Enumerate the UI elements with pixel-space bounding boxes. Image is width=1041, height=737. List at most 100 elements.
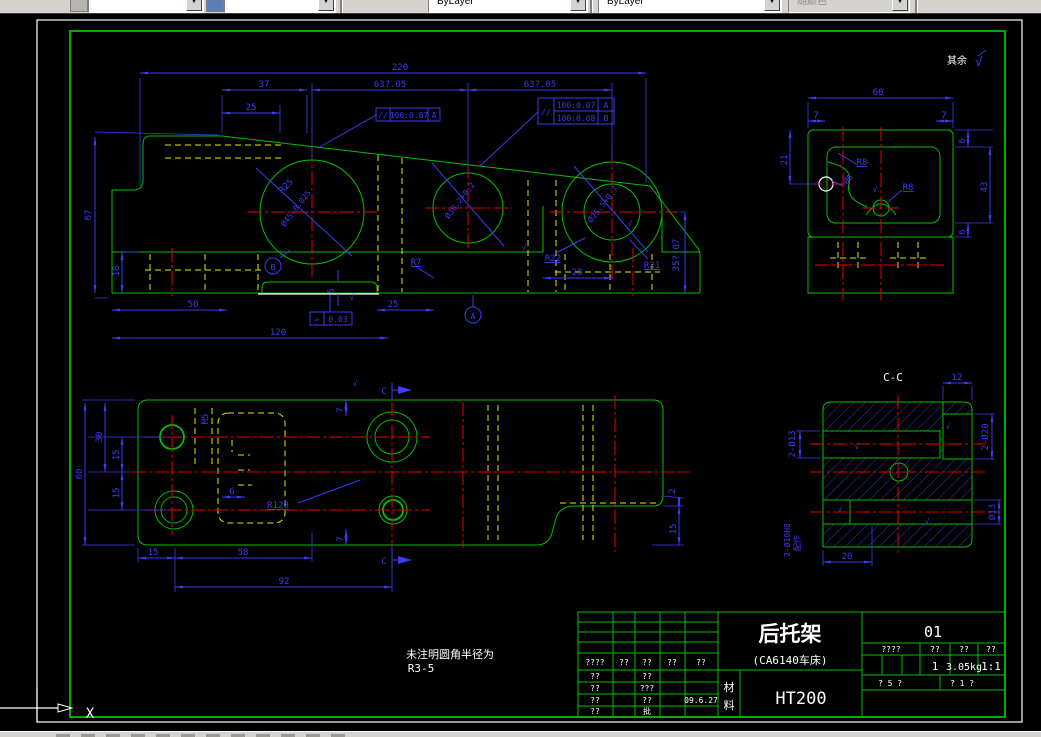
tb-cell: ????	[585, 658, 604, 667]
bore-label: Ø25.5+0.7	[585, 184, 620, 224]
properties-toolbar: ▼ ▼ ByLayer ▼ ByLayer ▼ 随颜色 ▼	[0, 0, 1041, 14]
sheet-border	[36, 19, 1023, 723]
dim-label: 35?.07	[672, 239, 682, 272]
dim-label: 15	[669, 524, 679, 535]
tb-cell: ??	[667, 658, 677, 667]
drawing-number: 01	[924, 623, 942, 641]
fillet-note-value: R3-5	[408, 662, 435, 675]
svg-text:100:0.07: 100:0.07	[557, 101, 596, 110]
dim-label: 15	[112, 488, 122, 499]
linetype-combo[interactable]: ByLayer ▼	[428, 0, 588, 13]
dim-label: 15	[148, 548, 159, 558]
dim-label: 6	[229, 487, 234, 497]
dim-label: 6	[958, 138, 968, 143]
svg-text:A: A	[432, 111, 437, 120]
svg-text:100:0.08: 100:0.08	[557, 114, 596, 123]
dim-label: 2	[668, 488, 678, 493]
plan-view[interactable]: C C 60 30 15 15 M5 15 58 92 R120 6 7 7 2…	[75, 379, 690, 592]
dim-label: 12	[952, 373, 963, 383]
front-view[interactable]: 220 37 25 63?.05 63?.05 67 18 50 120 25 …	[84, 63, 701, 340]
dim-label: 25	[388, 300, 399, 310]
dim-label: R8	[857, 158, 868, 168]
dim-label: R7	[411, 258, 422, 268]
dim-label: 63?.05	[374, 80, 407, 90]
color-combo[interactable]: ▼	[224, 0, 336, 13]
dim-label: 21	[780, 155, 790, 166]
dim-label: 25	[246, 103, 257, 113]
dim-label: 220	[392, 63, 408, 73]
dim-label: R120	[267, 501, 289, 511]
chevron-down-icon[interactable]: ▼	[186, 0, 202, 11]
dim-label: 7	[813, 111, 818, 121]
tb-cell: ??	[590, 672, 600, 681]
surface-finish-icon: √	[628, 219, 633, 228]
dim-label: 43	[980, 182, 990, 193]
dim-label: 7	[336, 407, 346, 412]
dim-label: 2-Ø13	[787, 430, 798, 457]
surface-finish-icon: √	[522, 243, 527, 252]
dim-label: 37	[259, 80, 270, 90]
section-label: C	[381, 387, 386, 397]
chevron-down-icon[interactable]: ▼	[318, 0, 334, 11]
svg-text:A: A	[471, 312, 476, 321]
svg-text:100:0.07: 100:0.07	[390, 111, 429, 120]
section-line-c: C C	[381, 383, 412, 568]
chevron-down-icon[interactable]: ▼	[764, 0, 780, 11]
tb-cell: ??	[590, 707, 600, 716]
dim-label: 67	[84, 210, 94, 221]
side-view[interactable]: 60 7 7 21 6 43 6 R8 R8 Ø6 √	[780, 88, 993, 300]
dim-label: 7	[941, 111, 946, 121]
dim-label: 58	[238, 548, 249, 558]
dim-label: 30	[95, 432, 105, 443]
chevron-down-icon[interactable]: ▼	[570, 0, 586, 11]
toolbar-separator	[590, 0, 593, 13]
dim-label: 18	[112, 266, 122, 277]
dim-label: 7	[336, 536, 346, 541]
toolbar-separator	[915, 0, 918, 13]
tb-cell: ? 5 ?	[878, 679, 902, 688]
dim-label: R25	[277, 177, 296, 196]
title-block: ???? ?? ?? ?? ?? ?? ?? ?? ??? ?? ?? 09.6…	[577, 611, 1006, 718]
flatness-frame: ▱ 0.03	[309, 295, 353, 326]
layer-manager-icon[interactable]	[70, 0, 88, 12]
tb-cell: ? 1 ?	[950, 679, 974, 688]
svg-text://: //	[378, 111, 388, 120]
dim-label: R22	[545, 254, 561, 264]
drawing-canvas[interactable]: 220 37 25 63?.05 63?.05 67 18 50 120 25 …	[0, 14, 1041, 731]
color-swatch-icon[interactable]	[206, 0, 224, 12]
surface-finish-icon: √	[946, 422, 951, 431]
dim-label: 6	[958, 229, 968, 234]
layer-combo[interactable]: ▼	[88, 0, 204, 13]
part-model: (CA6140车床)	[753, 653, 828, 667]
surface-finish-icon: √	[925, 517, 930, 526]
tb-cell: ??	[696, 658, 706, 667]
svg-text:A: A	[604, 101, 609, 110]
dim-label: M5	[201, 414, 211, 425]
lineweight-combo[interactable]: ByLayer ▼	[598, 0, 782, 13]
ucs-x-label: X	[86, 706, 95, 722]
dim-label: 配作	[792, 535, 802, 551]
tb-cell: ??	[590, 684, 600, 693]
tb-cell: ??	[930, 645, 940, 654]
dim-label: R8	[903, 183, 914, 193]
tb-cell: ??	[642, 696, 652, 705]
dim-label: 5	[327, 288, 337, 293]
datum-a: A	[464, 295, 482, 324]
material-value: HT200	[775, 689, 826, 709]
svg-text:B: B	[604, 114, 609, 123]
surface-finish-icon: √	[855, 442, 860, 451]
material-label: 材	[724, 680, 735, 694]
fillet-note: 未注明圆角半径为	[406, 647, 494, 661]
dim-label: 2-Ø20	[980, 423, 991, 450]
tb-cell: ??	[590, 696, 600, 705]
bore-label: Ø30.2+0.2	[442, 180, 477, 220]
dim-label: 50	[188, 300, 199, 310]
datum-b: B	[264, 249, 291, 275]
surface-note: 其余	[947, 54, 967, 67]
surface-finish-icon: √	[975, 55, 983, 70]
dim-label: 120	[270, 328, 286, 338]
dim-label: 20	[842, 552, 853, 562]
section-view-cc[interactable]: C-C 12 2-Ø13 2-Ø20 Ø13 20 2-Ø10H8 配作 √ √…	[782, 371, 1002, 566]
cad-application-window: ▼ ▼ ByLayer ▼ ByLayer ▼ 随颜色 ▼ 220 37 25 …	[0, 0, 1041, 737]
surface-finish-icon: √	[838, 505, 843, 514]
